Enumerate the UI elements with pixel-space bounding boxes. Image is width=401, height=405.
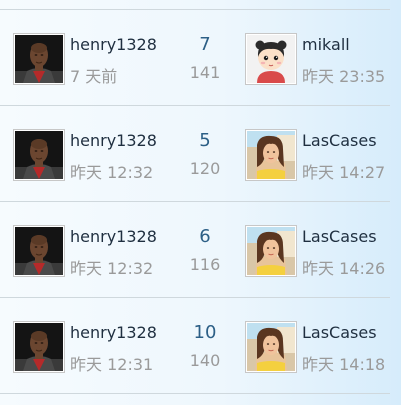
post-time: 昨天 12:31 xyxy=(70,355,154,374)
man-portrait-avatar-icon xyxy=(15,323,63,371)
last-post-time-link[interactable]: 昨天 14:18 xyxy=(302,351,385,375)
last-poster-avatar[interactable] xyxy=(245,225,297,277)
last-poster-name-link[interactable]: mikall xyxy=(302,35,350,54)
author-name-link[interactable]: henry1328 xyxy=(70,323,157,342)
last-poster-name-link[interactable]: LasCases xyxy=(302,227,377,246)
thread-row: henry1328 昨天 12:32 6 116 LasCases 昨天 14:… xyxy=(0,202,401,298)
author-name-link[interactable]: henry1328 xyxy=(70,131,157,150)
man-portrait-avatar-icon xyxy=(15,131,63,179)
view-count: 140 xyxy=(189,351,221,370)
view-count: 116 xyxy=(189,255,221,274)
row-divider xyxy=(0,393,390,394)
woman-photo-avatar-icon xyxy=(247,131,295,179)
author-name-link[interactable]: henry1328 xyxy=(70,227,157,246)
author-avatar[interactable] xyxy=(13,33,65,85)
last-poster-name-link[interactable]: LasCases xyxy=(302,131,377,150)
author-avatar[interactable] xyxy=(13,321,65,373)
post-time: 7 天前 xyxy=(70,67,118,86)
thread-row: henry1328 昨天 12:32 5 120 LasCases 昨天 14:… xyxy=(0,106,401,202)
thread-row: henry1328 7 天前 7 141 mikall 昨天 23:35 xyxy=(0,10,401,106)
last-poster-avatar[interactable] xyxy=(245,33,297,85)
woman-photo-avatar-icon xyxy=(247,227,295,275)
view-count: 141 xyxy=(189,63,221,82)
thread-row: henry1328 昨天 12:31 10 140 LasCases 昨天 14… xyxy=(0,298,401,394)
man-portrait-avatar-icon xyxy=(15,35,63,83)
reply-count-link[interactable]: 7 xyxy=(180,34,230,55)
author-name-link[interactable]: henry1328 xyxy=(70,35,157,54)
last-post-time-link[interactable]: 昨天 14:27 xyxy=(302,159,385,183)
view-count: 120 xyxy=(189,159,221,178)
last-post-time-link[interactable]: 昨天 23:35 xyxy=(302,63,385,87)
last-poster-avatar[interactable] xyxy=(245,129,297,181)
reply-count-link[interactable]: 10 xyxy=(180,322,230,343)
cartoon-girl-avatar-icon xyxy=(247,35,295,83)
last-poster-avatar[interactable] xyxy=(245,321,297,373)
author-avatar[interactable] xyxy=(13,225,65,277)
author-avatar[interactable] xyxy=(13,129,65,181)
last-poster-name-link[interactable]: LasCases xyxy=(302,323,377,342)
reply-count-link[interactable]: 6 xyxy=(180,226,230,247)
reply-count-link[interactable]: 5 xyxy=(180,130,230,151)
last-post-time-link[interactable]: 昨天 14:26 xyxy=(302,255,385,279)
post-time: 昨天 12:32 xyxy=(70,259,154,278)
post-time: 昨天 12:32 xyxy=(70,163,154,182)
woman-photo-avatar-icon xyxy=(247,323,295,371)
man-portrait-avatar-icon xyxy=(15,227,63,275)
